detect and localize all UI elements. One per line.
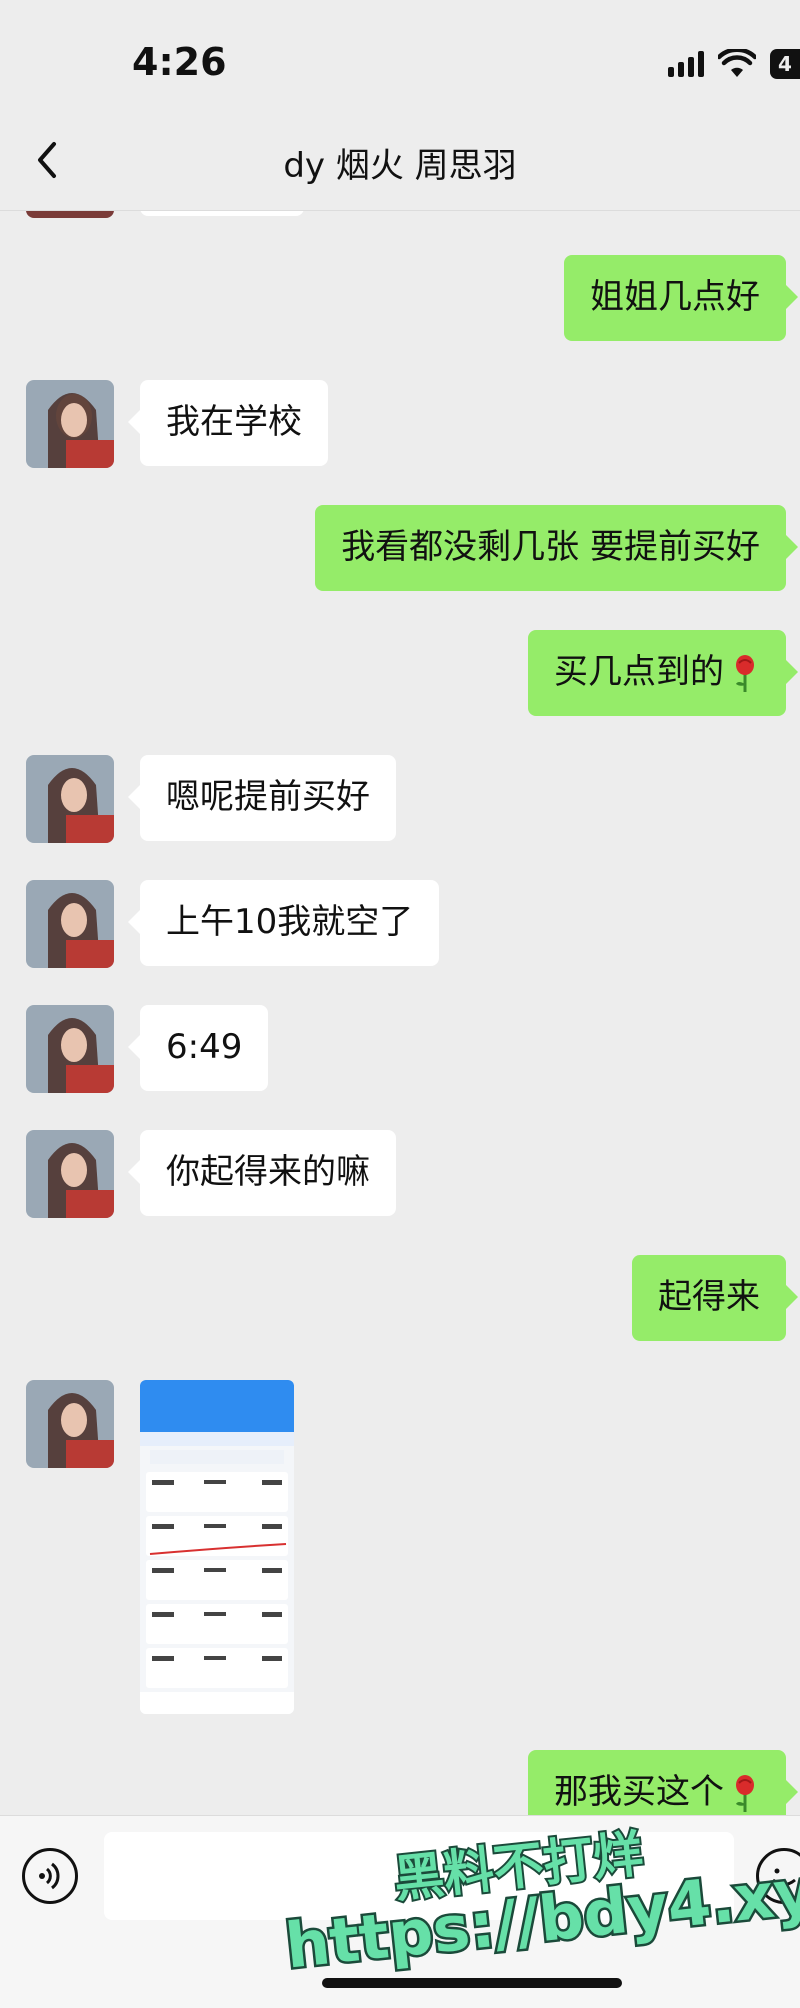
avatar[interactable]: [26, 755, 114, 843]
rose-icon: [736, 1774, 754, 1812]
message-input[interactable]: [104, 1832, 734, 1920]
avatar[interactable]: [26, 1005, 114, 1093]
home-indicator: [322, 1978, 622, 1988]
message-bubble-outgoing[interactable]: 那我买这个: [528, 1750, 798, 1815]
image-message-thumbnail[interactable]: [140, 1380, 294, 1714]
partial-message: [0, 210, 800, 220]
message-text: 买几点到的: [554, 652, 724, 692]
status-icons: 4: [668, 44, 800, 84]
wifi-icon: [718, 49, 756, 77]
avatar[interactable]: [26, 1380, 114, 1468]
message-bubble-incoming[interactable]: 上午10我就空了: [127, 880, 440, 966]
nav-bar: dy 烟火 周思羽: [0, 110, 800, 211]
message-text: 那我买这个: [554, 1772, 724, 1812]
emoji-button[interactable]: [756, 1848, 800, 1904]
chat-area[interactable]: 姐姐几点好 我在学校 我看都没剩几张 要提前买好 买几点到的 嗯呢提前买好 上午…: [0, 210, 800, 1815]
message-bubble-outgoing[interactable]: 姐姐几点好: [564, 255, 798, 341]
avatar[interactable]: [26, 380, 114, 468]
avatar[interactable]: [26, 880, 114, 968]
message-bubble-incoming[interactable]: 你起得来的嘛: [128, 1130, 396, 1216]
train-ticket-screenshot-image: [140, 1380, 294, 1714]
message-bubble-incoming[interactable]: 嗯呢提前买好: [128, 755, 396, 841]
message-bubble-incoming[interactable]: 6:49: [127, 1005, 269, 1091]
status-time: 4:26: [132, 40, 227, 84]
voice-button[interactable]: [22, 1848, 78, 1904]
smiley-icon: [772, 1868, 796, 1886]
message-bubble-outgoing[interactable]: 起得来: [632, 1255, 798, 1341]
message-bubble-incoming[interactable]: 我在学校: [128, 380, 328, 466]
message-bubble-outgoing[interactable]: 买几点到的: [528, 630, 798, 716]
battery-icon: 4: [770, 49, 800, 79]
message-bubble-outgoing[interactable]: 我看都没剩几张 要提前买好: [315, 505, 798, 591]
voice-icon: [39, 1862, 60, 1890]
rose-icon: [736, 654, 754, 692]
chat-title: dy 烟火 周思羽: [283, 146, 517, 186]
status-bar: 4:26 4: [0, 0, 800, 110]
avatar[interactable]: [26, 1130, 114, 1218]
signal-icon: [668, 51, 704, 77]
